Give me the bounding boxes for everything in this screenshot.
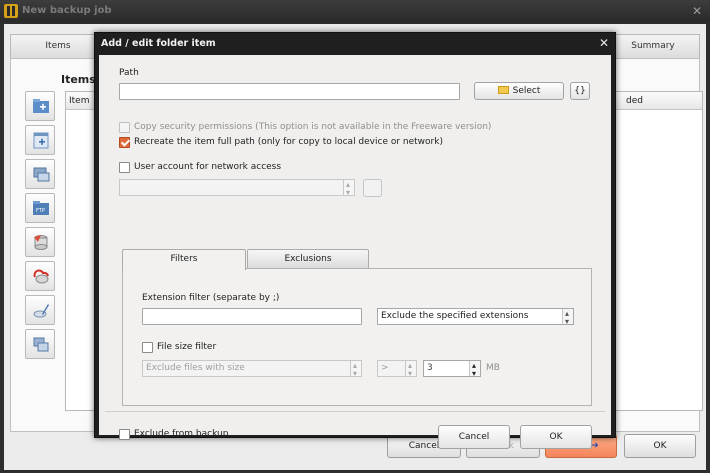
add-database-button[interactable]	[25, 227, 55, 257]
database-icon	[34, 235, 48, 250]
cloud-database-icon	[33, 269, 49, 284]
job-ok-button[interactable]: OK	[624, 434, 696, 458]
select-label: Select	[512, 86, 541, 96]
user-account-label: User account for network access	[134, 162, 282, 172]
extension-filter-label: Extension filter (separate by ;)	[142, 293, 280, 303]
ftp-folder-icon: FTP	[33, 201, 49, 215]
move-item-button[interactable]	[25, 329, 55, 359]
size-stepper-arrows-icon	[469, 358, 480, 381]
dialog-ok-button[interactable]: OK	[520, 425, 592, 449]
extension-mode-value: Exclude the specified extensions	[381, 311, 529, 321]
copy-security-label: Copy security permissions (This option i…	[134, 122, 492, 132]
copy-security-checkbox[interactable]	[119, 122, 130, 133]
exclude-from-backup-label: Exclude from backup	[134, 429, 229, 439]
app-logo-icon	[4, 4, 18, 18]
size-value: 3	[427, 363, 433, 373]
dialog-body: Path Select {} Copy security permissions…	[99, 55, 611, 449]
size-unit-label: MB	[486, 363, 500, 373]
size-operator-value: >	[381, 363, 389, 373]
column-excluded[interactable]: ded	[626, 96, 643, 106]
size-mode-arrow-icon	[350, 361, 361, 376]
select-path-button[interactable]: Select	[474, 82, 564, 100]
window-titlebar: New backup job ✕	[0, 0, 710, 22]
add-cloud-button[interactable]	[25, 261, 55, 291]
dialog-close-icon[interactable]: ✕	[599, 36, 609, 50]
user-account-edit-button[interactable]	[363, 179, 382, 197]
size-mode-select[interactable]: Exclude files with size	[142, 360, 362, 377]
user-account-select[interactable]	[119, 179, 355, 196]
file-size-filter-checkbox[interactable]	[142, 342, 153, 353]
add-ftp-button[interactable]: FTP	[25, 193, 55, 223]
transfer-icon	[33, 337, 49, 352]
recreate-path-label: Recreate the item full path (only for co…	[134, 137, 443, 147]
extension-filter-input[interactable]	[142, 308, 362, 325]
extension-mode-select[interactable]: Exclude the specified extensions	[377, 308, 574, 325]
arrow-right-icon: ➜	[591, 441, 599, 451]
window-title: New backup job	[22, 5, 112, 16]
edit-item-button[interactable]	[25, 295, 55, 325]
size-operator-arrow-icon	[405, 361, 416, 376]
recreate-path-checkbox[interactable]	[119, 137, 130, 148]
folder-icon	[497, 86, 509, 94]
tab-items[interactable]: Items	[10, 34, 106, 58]
window-close-icon[interactable]: ✕	[692, 4, 702, 18]
filters-panel: Extension filter (separate by ;) Exclude…	[122, 268, 592, 406]
folder-item-dialog: Add / edit folder item ✕ Path Select {} …	[94, 32, 616, 449]
tab-summary[interactable]: Summary	[606, 34, 700, 58]
add-folder-icon	[33, 99, 49, 113]
add-folder-button[interactable]	[25, 91, 55, 121]
size-operator-select[interactable]: >	[377, 360, 417, 377]
tab-exclusions[interactable]: Exclusions	[247, 249, 369, 269]
tab-filters[interactable]: Filters	[122, 249, 246, 270]
size-value-stepper[interactable]: 3	[423, 358, 481, 381]
path-input[interactable]	[119, 83, 460, 100]
column-item[interactable]: Item	[69, 96, 90, 106]
variables-button[interactable]: {}	[570, 82, 590, 100]
add-network-button[interactable]	[25, 159, 55, 189]
footer-separator	[105, 411, 605, 412]
add-file-icon	[33, 132, 49, 149]
add-file-button[interactable]	[25, 125, 55, 155]
extension-mode-arrow-icon	[562, 309, 573, 324]
user-account-spinner-icon	[343, 180, 354, 195]
dialog-title: Add / edit folder item	[101, 38, 216, 49]
user-account-checkbox[interactable]	[119, 162, 130, 173]
size-mode-value: Exclude files with size	[146, 363, 245, 373]
file-size-filter-label: File size filter	[157, 342, 217, 352]
network-folder-icon	[33, 167, 50, 182]
edit-database-icon	[33, 304, 49, 318]
dialog-cancel-button[interactable]: Cancel	[438, 425, 510, 449]
svg-text:FTP: FTP	[36, 208, 45, 214]
exclude-from-backup-checkbox[interactable]	[119, 429, 130, 440]
path-label: Path	[119, 68, 139, 78]
